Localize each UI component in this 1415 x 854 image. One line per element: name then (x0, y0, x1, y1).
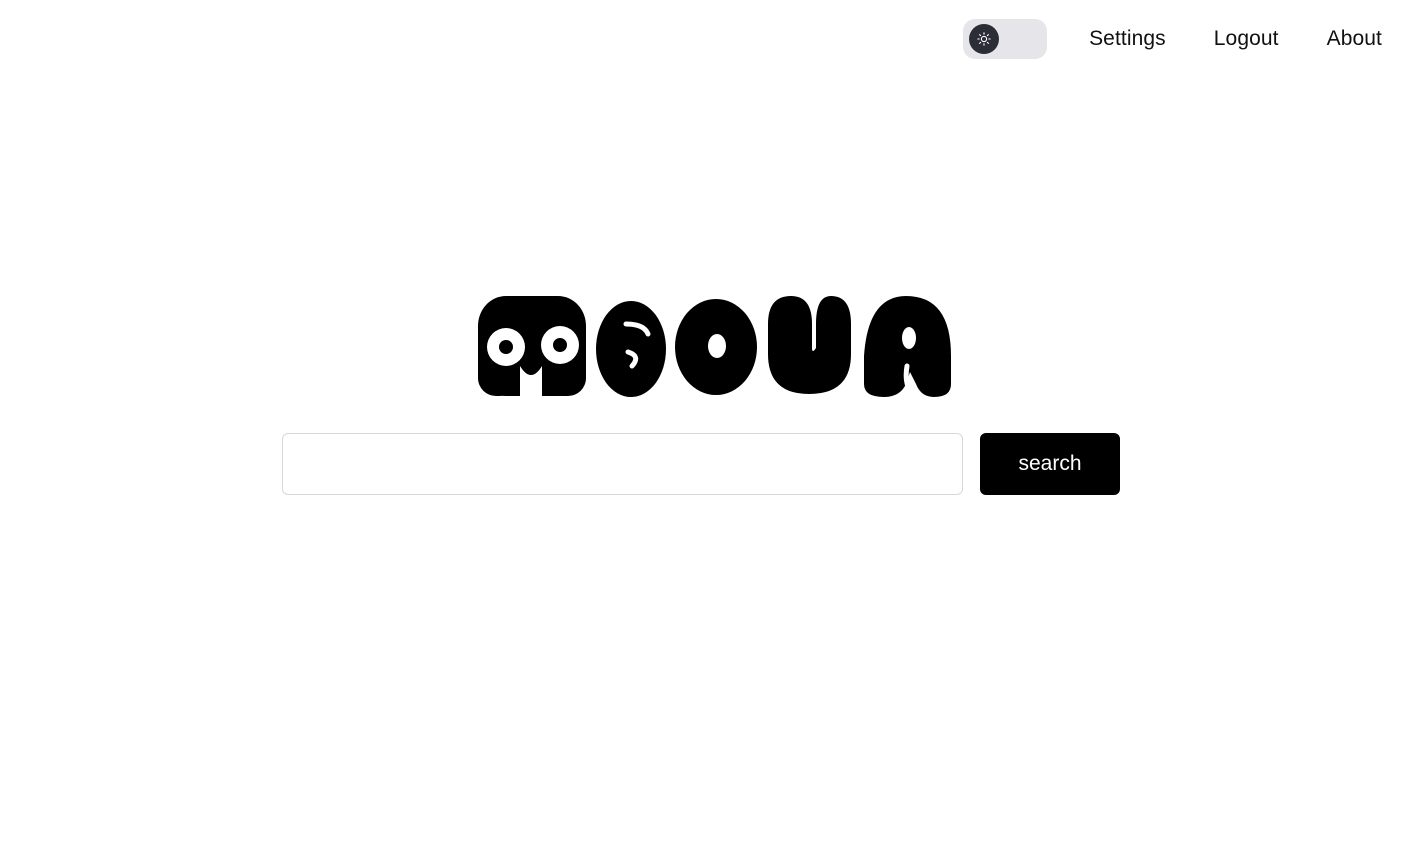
theme-toggle[interactable] (963, 19, 1048, 59)
nav-link-about[interactable]: About (1327, 27, 1382, 51)
nav-link-settings[interactable]: Settings (1089, 27, 1166, 51)
nav-link-logout[interactable]: Logout (1214, 27, 1279, 51)
top-nav: Settings Logout About (963, 19, 1382, 59)
toggle-knob (969, 24, 1000, 54)
sun-icon (977, 32, 991, 46)
logo-letter-v (768, 296, 851, 394)
logo-letter-e (596, 301, 666, 397)
meova-logo (476, 294, 952, 400)
search-button[interactable]: search (980, 433, 1120, 495)
search-input[interactable] (282, 433, 963, 495)
logo-letter-o (675, 299, 757, 395)
search-bar: search (282, 433, 1120, 495)
page: Settings Logout About search (0, 0, 1415, 854)
logo-letter-a (864, 296, 951, 397)
